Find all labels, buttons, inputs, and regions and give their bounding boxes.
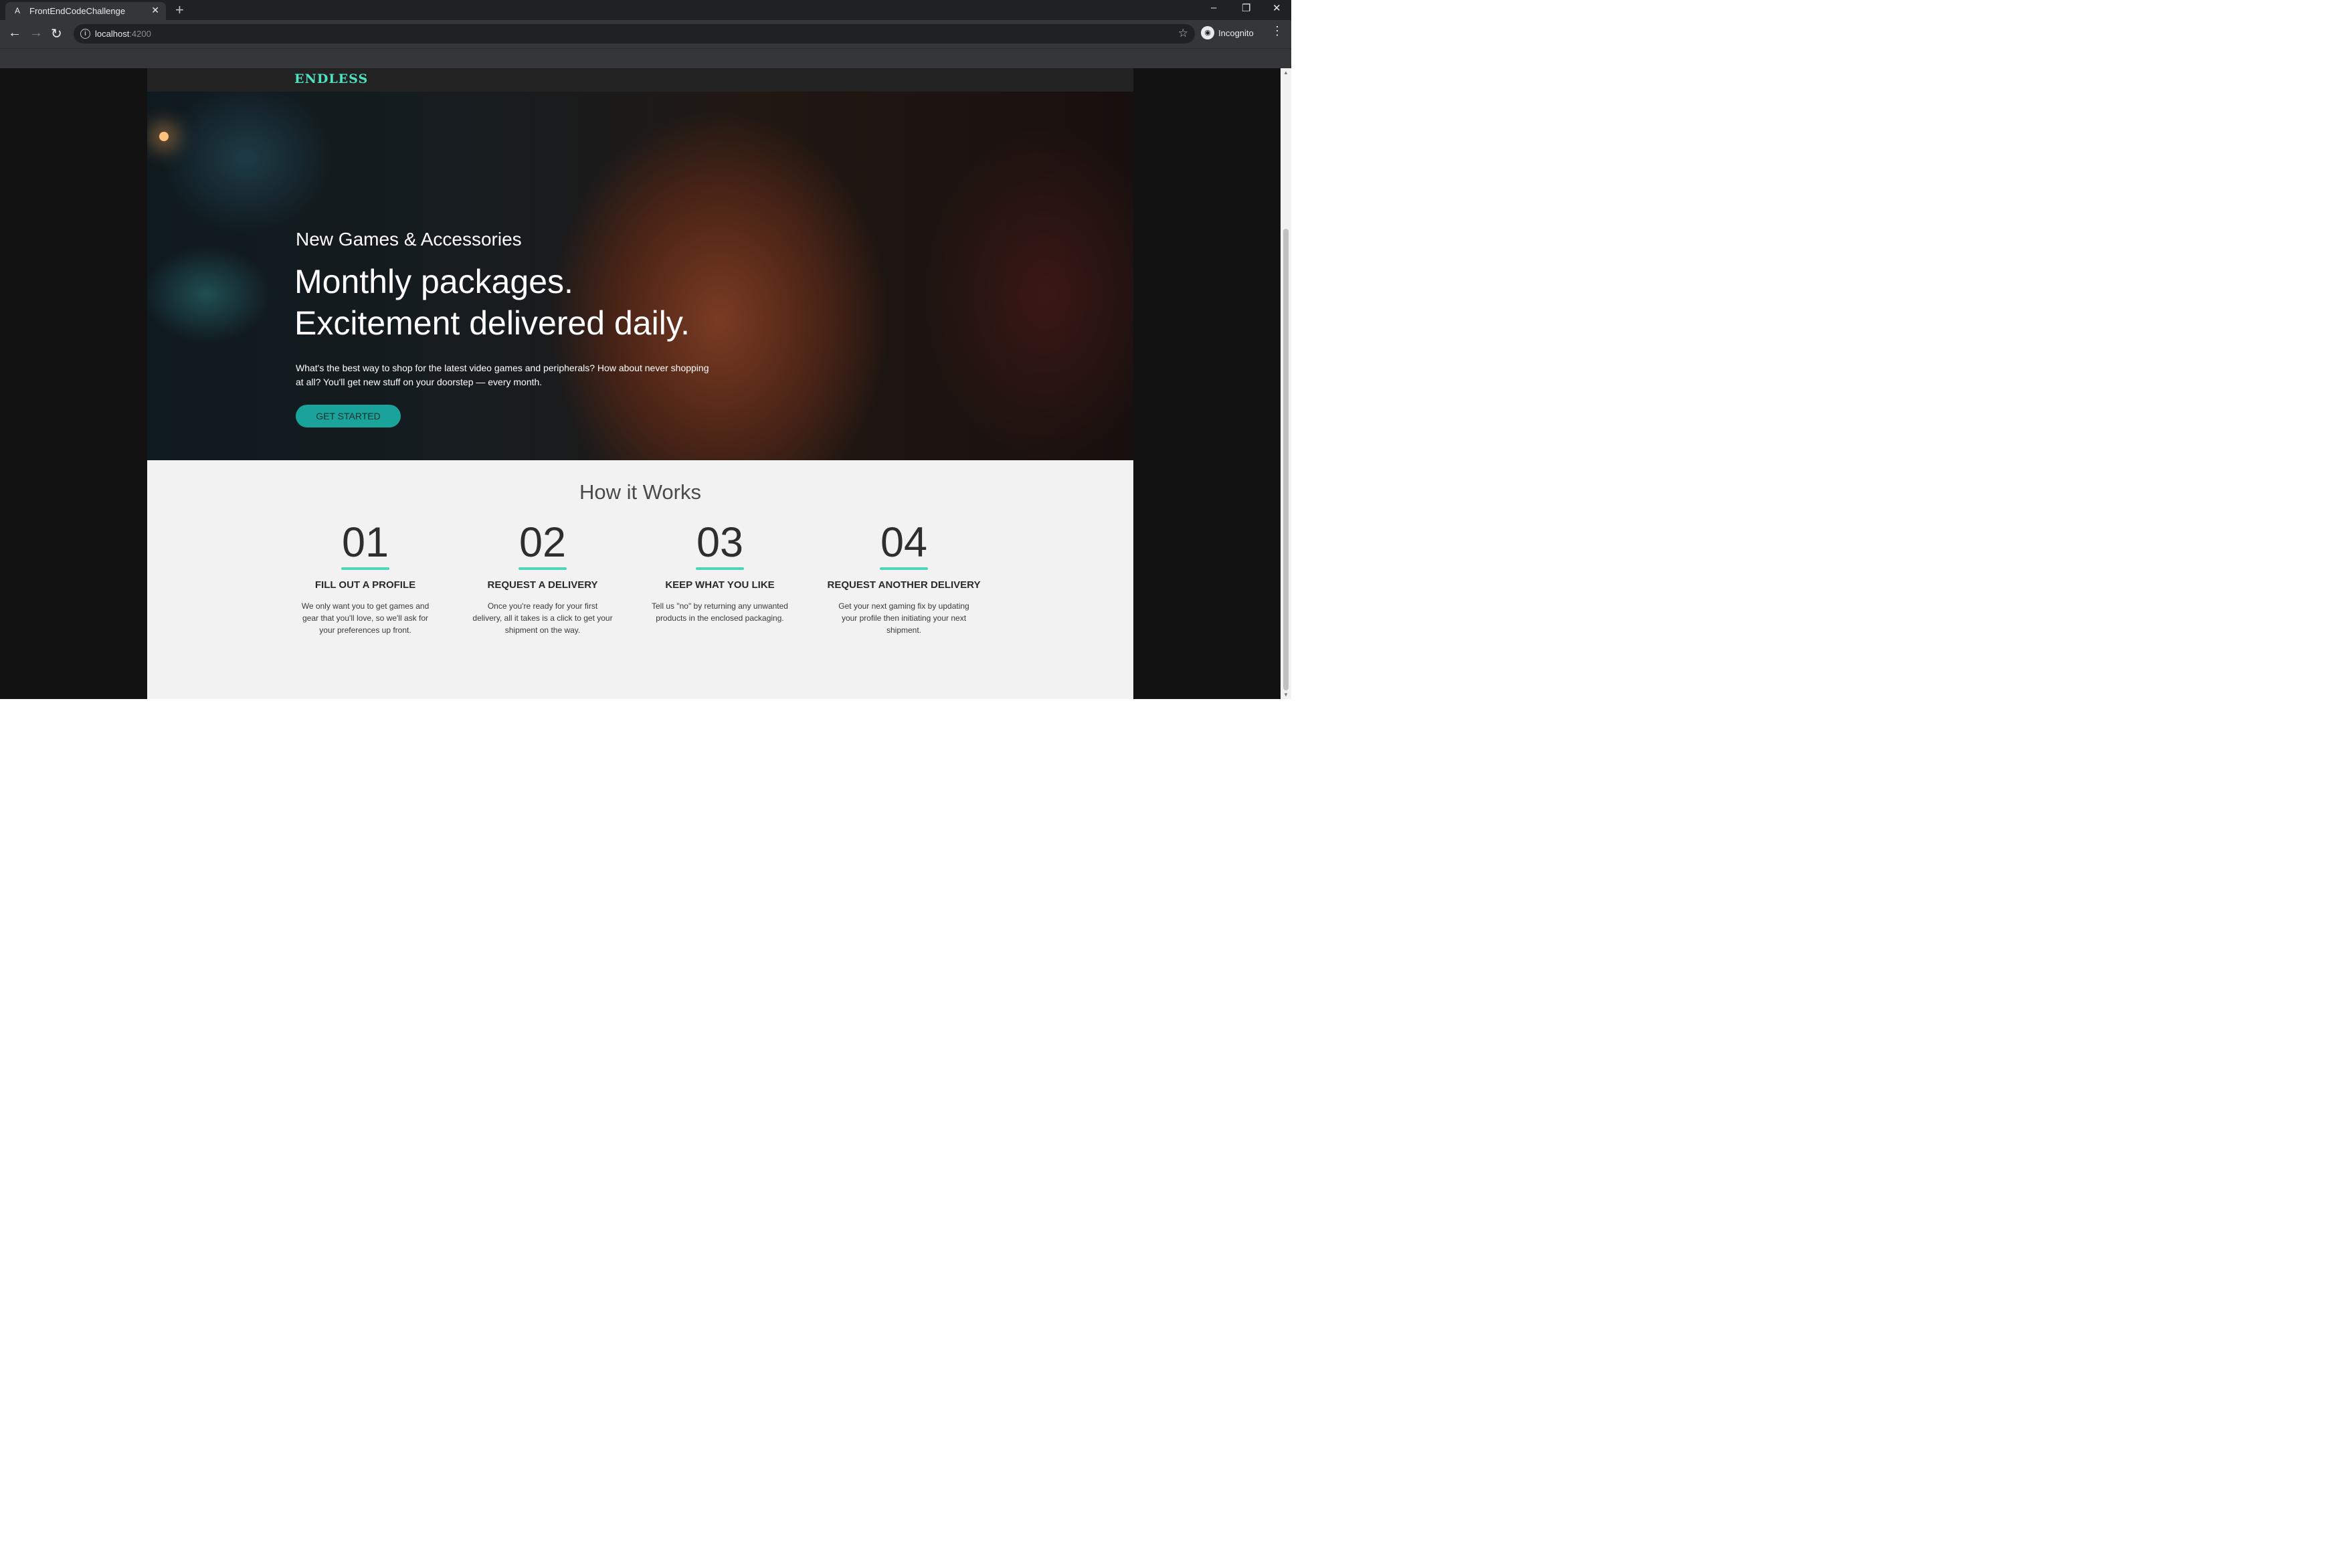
menu-kebab-icon[interactable]: ⋮ [1271,24,1283,38]
step-2: 02 REQUEST A DELIVERY Once you're ready … [459,519,626,636]
new-tab-button[interactable]: + [175,1,184,19]
step-description: Tell us "no" by returning any unwanted p… [652,601,788,623]
step-1: 01 FILL OUT A PROFILE We only want you t… [282,519,449,636]
step-description: Get your next gaming fix by updating you… [838,601,969,635]
window-close-icon[interactable]: ✕ [1273,2,1281,14]
hero-description: What's the best way to shop for the late… [296,363,709,387]
step-description: Once you're ready for your first deliver… [472,601,613,635]
scroll-up-arrow-icon[interactable]: ▲ [1283,70,1289,76]
how-it-works-section: How it Works 01 FILL OUT A PROFILE We on… [147,460,1133,699]
step-4: 04 REQUEST ANOTHER DELIVERY Get your nex… [820,519,988,636]
hero-subtitle: New Games & Accessories [296,229,522,250]
step-number: 04 [880,519,928,566]
scroll-down-arrow-icon[interactable]: ▼ [1283,692,1289,698]
incognito-label: Incognito [1218,28,1254,38]
reload-icon[interactable]: ↻ [51,25,62,42]
minimize-icon[interactable]: – [1211,2,1216,13]
url-host: localhost [95,29,130,39]
step-number: 03 [696,519,744,566]
step-number: 01 [341,519,389,566]
url-text: localhost:4200 [95,29,151,39]
endless-logo[interactable]: ENDLESS [294,72,368,86]
tab-strip: A FrontEndCodeChallenge ✕ + – ❐ ✕ [0,0,1291,20]
hero-section: New Games & Accessories Monthly packages… [147,92,1133,460]
hero-title-line2: Excitement delivered daily. [294,304,690,342]
url-port: :4200 [129,29,151,39]
step-description: We only want you to get games and gear t… [301,601,430,635]
address-bar[interactable]: i localhost:4200 ☆ [74,24,1195,43]
step-3: 03 KEEP WHAT YOU LIKE Tell us "no" by re… [636,519,804,624]
site-header: ENDLESS [147,68,1133,92]
scrollbar-thumb[interactable] [1283,229,1289,690]
step-underline [696,567,744,570]
bookmark-star-icon[interactable]: ☆ [1178,27,1188,40]
step-underline [519,567,567,570]
step-heading: FILL OUT A PROFILE [314,579,416,591]
bookmarks-bar [0,48,1291,69]
step-heading: REQUEST A DELIVERY [487,579,598,591]
tab-title: FrontEndCodeChallenge [29,6,126,16]
hero-title-line1: Monthly packages. [294,263,573,300]
tab-active[interactable]: A FrontEndCodeChallenge ✕ [5,2,166,20]
incognito-icon: ◉ [1201,26,1214,39]
hero-title: Monthly packages. Excitement delivered d… [294,261,690,344]
step-heading: REQUEST ANOTHER DELIVERY [827,579,981,591]
step-underline [880,567,928,570]
step-number: 02 [519,519,567,566]
landing-page: ENDLESS New Games & Accessories Monthly … [147,68,1133,699]
back-icon[interactable]: ← [8,25,21,41]
forward-icon[interactable]: → [29,25,43,41]
page-viewport: ENDLESS New Games & Accessories Monthly … [0,68,1281,699]
vertical-scrollbar[interactable]: ▲ ▼ [1281,68,1291,699]
hero-background-image [159,132,169,141]
restore-icon[interactable]: ❐ [1242,2,1250,14]
step-underline [341,567,389,570]
step-heading: KEEP WHAT YOU LIKE [665,579,775,591]
get-started-button[interactable]: GET STARTED [296,405,401,427]
angular-favicon-icon: A [15,6,21,15]
tab-close-icon[interactable]: ✕ [151,5,159,16]
browser-toolbar: ← → ↻ i localhost:4200 ☆ ◉ Incognito ⋮ [0,20,1291,48]
how-it-works-title: How it Works [579,480,701,504]
site-info-icon[interactable]: i [80,29,90,39]
browser-window: A FrontEndCodeChallenge ✕ + – ❐ ✕ ← → ↻ … [0,0,1291,699]
